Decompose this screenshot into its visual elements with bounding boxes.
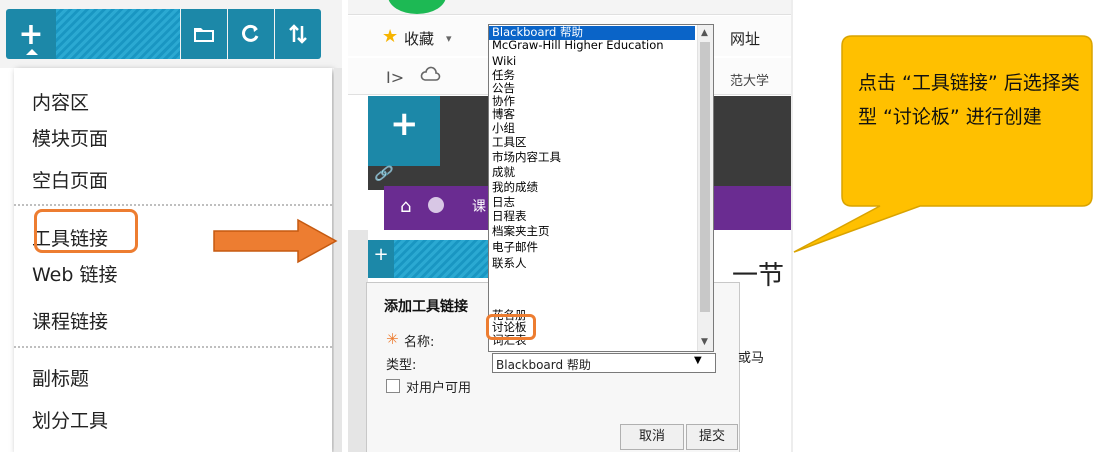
scroll-down-icon[interactable]: ▼ [701, 337, 708, 347]
scrollbar-thumb[interactable] [700, 42, 710, 312]
dropdown-option[interactable]: 成就 [492, 166, 515, 179]
menu-divider [14, 346, 332, 348]
dropdown-option[interactable]: 我的成绩 [492, 181, 538, 194]
sort-icon [275, 9, 321, 59]
add-menu-button[interactable]: + [6, 9, 56, 59]
favorites-star-icon[interactable]: ★ [382, 26, 398, 47]
menu-item-subheader[interactable]: 副标题 [32, 364, 89, 391]
refresh-icon [228, 9, 274, 59]
mini-add-button[interactable]: + [368, 240, 394, 278]
course-nav-label: 课 [472, 199, 486, 215]
browser-screenshot: ★ 收藏 ▾ 网址 I> 范大学 + 🔗 ⌂ 课 + 添加工具链接 ✳ 名称: … [348, 0, 793, 452]
type-select-value: Blackboard 帮助 [496, 358, 591, 372]
folder-icon [181, 9, 227, 59]
address-fragment: 网址 [730, 30, 761, 48]
dropdown-option[interactable]: 档案夹主页 [492, 225, 550, 238]
favorites-label[interactable]: 收藏 [404, 28, 434, 49]
right-arrow-icon [213, 218, 338, 264]
menu-divider [14, 204, 332, 206]
content-toolbar: + [0, 0, 342, 68]
nav-fragment: 范大学 [730, 74, 770, 89]
type-dropdown-list[interactable]: Blackboard 帮助 McGraw-Hill Higher Educatio… [488, 24, 714, 352]
menu-item-module-page[interactable]: 模块页面 [32, 124, 108, 151]
dropdown-option[interactable]: 电子邮件 [492, 241, 538, 254]
dropdown-option[interactable]: 工具区 [492, 136, 527, 149]
required-icon: ✳ [386, 330, 399, 348]
menu-caret-icon [26, 49, 38, 55]
home-icon[interactable]: ⌂ [400, 196, 411, 217]
callout-text: 点击 “工具链接” 后选择类型 “讨论板” 进行创建 [858, 72, 1080, 128]
chevron-down-icon[interactable]: ▾ [446, 32, 452, 45]
available-checkbox[interactable] [386, 379, 400, 393]
menu-item-web-link[interactable]: Web 链接 [32, 260, 117, 287]
toolbar-stripe [56, 9, 180, 59]
dropdown-option[interactable]: 日志 [492, 196, 515, 209]
plus-icon: + [390, 104, 419, 144]
menu-item-divider-tool[interactable]: 划分工具 [32, 406, 108, 433]
discussion-board-highlight [486, 314, 536, 340]
cancel-button[interactable]: 取消 [620, 424, 684, 450]
refresh-button[interactable] [228, 9, 274, 59]
side-gutter [348, 230, 368, 452]
dropdown-option[interactable]: 联系人 [492, 257, 527, 270]
heading-fragment: 一节 [732, 261, 785, 291]
forward-icon[interactable]: I> [386, 68, 404, 87]
menu-item-course-link[interactable]: 课程链接 [32, 307, 108, 334]
link-icon: 🔗 [374, 166, 392, 182]
menu-item-content-area[interactable]: 内容区 [32, 88, 89, 115]
type-label: 类型: [386, 358, 417, 373]
dropdown-option[interactable]: 市场内容工具 [492, 151, 561, 164]
chevron-down-icon[interactable] [428, 197, 444, 213]
chevron-down-icon[interactable]: ▼ [694, 355, 702, 366]
dropdown-option[interactable]: Wiki [492, 55, 516, 68]
right-text-fragment: 或马 [738, 351, 765, 366]
tool-link-highlight [34, 209, 138, 253]
menu-item-blank-page[interactable]: 空白页面 [32, 166, 108, 193]
dropdown-option[interactable]: McGraw-Hill Higher Education [492, 39, 664, 52]
submit-button[interactable]: 提交 [686, 424, 738, 450]
name-label: 名称: [404, 335, 435, 350]
dropdown-option[interactable]: 日程表 [492, 210, 527, 223]
scroll-up-icon[interactable]: ▲ [701, 28, 708, 38]
dropdown-option[interactable]: 博客 [492, 108, 515, 121]
cloud-icon[interactable] [420, 64, 442, 86]
available-label: 对用户可用 [406, 381, 472, 396]
dropdown-option[interactable]: 小组 [492, 122, 515, 135]
sort-button[interactable] [275, 9, 321, 59]
folder-button[interactable] [181, 9, 227, 59]
dialog-title: 添加工具链接 [384, 299, 468, 315]
